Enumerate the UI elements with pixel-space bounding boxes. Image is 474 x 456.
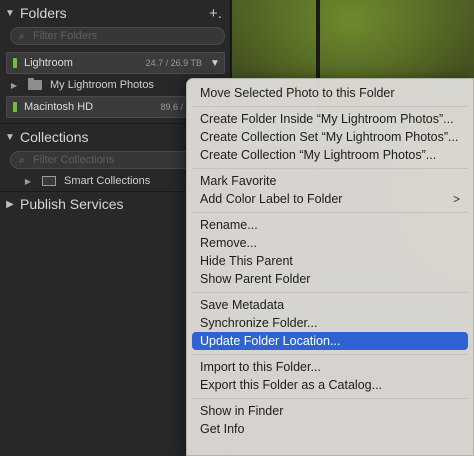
menu-item-label: Hide This Parent xyxy=(200,254,293,268)
disclosure-triangle-icon[interactable]: ▶ xyxy=(22,177,34,186)
menu-item-label: Mark Favorite xyxy=(200,174,277,188)
menu-item-create-folder-inside-my-lightroom-photos[interactable]: Create Folder Inside “My Lightroom Photo… xyxy=(192,110,468,128)
menu-item-label: Create Collection Set “My Lightroom Phot… xyxy=(200,130,459,144)
menu-item-label: Import to this Folder... xyxy=(200,360,321,374)
folder-context-menu: Move Selected Photo to this Folder Create… xyxy=(186,78,474,456)
menu-item-save-metadata[interactable]: Save Metadata xyxy=(192,296,468,314)
volume-name: Macintosh HD xyxy=(24,101,94,113)
collection-name: Smart Collections xyxy=(64,175,151,187)
menu-item-update-folder-location[interactable]: Update Folder Location... xyxy=(192,332,468,350)
filter-folders-input[interactable] xyxy=(33,30,213,42)
menu-item-label: Show in Finder xyxy=(200,404,284,418)
menu-item-show-in-finder[interactable]: Show in Finder xyxy=(192,402,468,420)
menu-item-label: Move Selected Photo to this Folder xyxy=(200,86,395,100)
menu-item-create-collection-my-lightroom-photos[interactable]: Create Collection “My Lightroom Photos”.… xyxy=(192,146,468,164)
search-icon: ⌕ xyxy=(19,154,25,166)
collapse-triangle-icon[interactable]: ▼ xyxy=(0,132,20,143)
submenu-arrow-icon: > xyxy=(452,192,460,206)
menu-item-create-collection-set-my-lightroom-photos[interactable]: Create Collection Set “My Lightroom Phot… xyxy=(192,128,468,146)
menu-item-label: Add Color Label to Folder xyxy=(200,192,343,206)
disclosure-triangle-icon[interactable]: ▶ xyxy=(8,81,20,90)
expand-triangle-icon[interactable]: ▶ xyxy=(0,199,20,210)
folder-icon xyxy=(28,78,42,90)
folder-name: My Lightroom Photos xyxy=(50,79,154,91)
menu-separator xyxy=(192,168,468,169)
menu-separator xyxy=(192,212,468,213)
menu-separator xyxy=(192,354,468,355)
filter-folders-field[interactable]: ⌕ xyxy=(10,27,225,45)
menu-item-label: Show Parent Folder xyxy=(200,272,311,286)
menu-item-label: Update Folder Location... xyxy=(200,334,341,348)
menu-item-label: Rename... xyxy=(200,218,258,232)
volume-name: Lightroom xyxy=(24,57,73,69)
add-folder-icon[interactable]: +. xyxy=(209,5,231,22)
menu-item-mark-favorite[interactable]: Mark Favorite xyxy=(192,172,468,190)
menu-item-label: Remove... xyxy=(200,236,257,250)
menu-item-label: Synchronize Folder... xyxy=(200,316,318,330)
menu-item-move-selected-photo-to-this-folder[interactable]: Move Selected Photo to this Folder xyxy=(192,84,468,102)
smart-collection-icon xyxy=(42,176,56,186)
menu-item-get-info[interactable]: Get Info xyxy=(192,420,468,438)
volume-size: 24.7 / 26.9 TB xyxy=(145,58,202,68)
menu-item-add-color-label-to-folder[interactable]: Add Color Label to Folder > xyxy=(192,190,468,208)
menu-item-label: Save Metadata xyxy=(200,298,285,312)
menu-separator xyxy=(192,292,468,293)
menu-item-remove[interactable]: Remove... xyxy=(192,234,468,252)
volume-expand-triangle-icon[interactable]: ▼ xyxy=(210,58,224,69)
collapse-triangle-icon[interactable]: ▼ xyxy=(0,8,20,19)
menu-item-label: Get Info xyxy=(200,422,245,436)
volume-status-indicator xyxy=(13,102,17,112)
volume-status-indicator xyxy=(13,58,17,68)
volume-lightroom[interactable]: Lightroom 24.7 / 26.9 TB ▼ xyxy=(6,52,225,74)
menu-item-label: Export this Folder as a Catalog... xyxy=(200,378,383,392)
menu-item-synchronize-folder[interactable]: Synchronize Folder... xyxy=(192,314,468,332)
menu-item-rename[interactable]: Rename... xyxy=(192,216,468,234)
menu-separator xyxy=(192,106,468,107)
menu-item-hide-this-parent[interactable]: Hide This Parent xyxy=(192,252,468,270)
menu-item-label: Create Collection “My Lightroom Photos”.… xyxy=(200,148,437,162)
menu-item-label: Create Folder Inside “My Lightroom Photo… xyxy=(200,112,454,126)
search-icon: ⌕ xyxy=(19,30,25,42)
folders-header[interactable]: ▼ Folders +. xyxy=(0,0,231,26)
menu-item-import-to-this-folder[interactable]: Import to this Folder... xyxy=(192,358,468,376)
folders-title: Folders xyxy=(20,5,67,21)
menu-item-export-this-folder-as-a-catalog[interactable]: Export this Folder as a Catalog... xyxy=(192,376,468,394)
menu-separator xyxy=(192,398,468,399)
menu-item-show-parent-folder[interactable]: Show Parent Folder xyxy=(192,270,468,288)
